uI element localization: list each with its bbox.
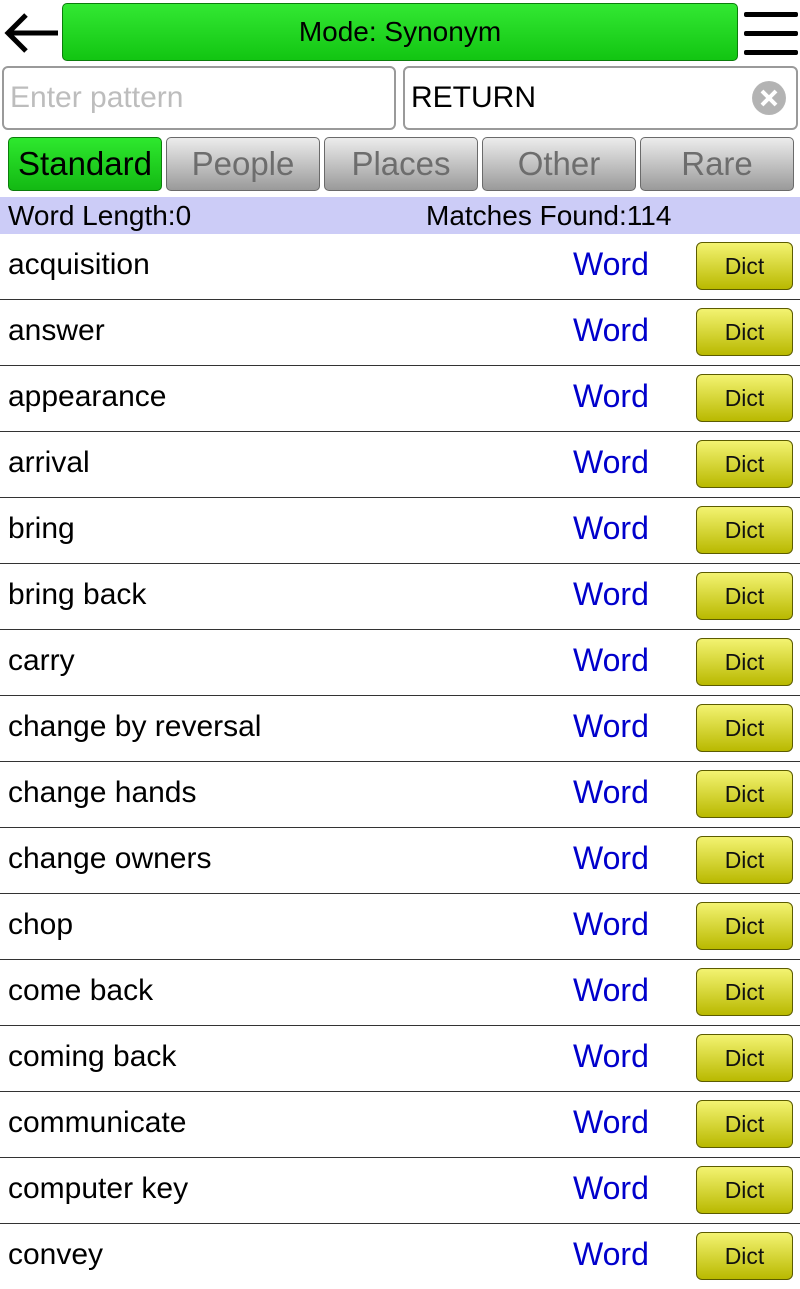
result-type: Word xyxy=(573,312,649,348)
mode-label: Mode: Synonym xyxy=(298,16,502,47)
dict-button[interactable]: Dict xyxy=(696,1100,793,1148)
dict-button[interactable]: Dict xyxy=(696,242,793,290)
result-word: change hands xyxy=(8,776,197,809)
clear-button[interactable] xyxy=(752,81,786,115)
dict-button[interactable]: Dict xyxy=(696,440,793,488)
tab-standard[interactable]: Standard xyxy=(8,137,162,191)
tab-other[interactable]: Other xyxy=(482,137,636,191)
result-word: coming back xyxy=(8,1040,177,1073)
list-item[interactable]: bring Word Dict xyxy=(0,498,800,564)
result-type: Word xyxy=(573,1038,649,1074)
dict-button[interactable]: Dict xyxy=(696,374,793,422)
list-item[interactable]: coming back Word Dict xyxy=(0,1026,800,1092)
list-item[interactable]: change owners Word Dict xyxy=(0,828,800,894)
result-type: Word xyxy=(573,840,649,876)
list-item[interactable]: bring back Word Dict xyxy=(0,564,800,630)
list-item[interactable]: answer Word Dict xyxy=(0,300,800,366)
result-word: convey xyxy=(8,1238,104,1271)
tab-places[interactable]: Places xyxy=(324,137,478,191)
result-type: Word xyxy=(573,1104,649,1140)
clear-x-icon xyxy=(753,82,785,114)
result-word: chop xyxy=(8,908,74,941)
tab-rare[interactable]: Rare xyxy=(640,137,794,191)
result-word: answer xyxy=(8,314,105,347)
list-item[interactable]: arrival Word Dict xyxy=(0,432,800,498)
category-tabs: Standard People Places Other Rare xyxy=(6,137,796,191)
results-list[interactable]: acquisition Word Dict answer Word Dict appea… xyxy=(0,234,800,1289)
list-item[interactable]: appearance Word Dict xyxy=(0,366,800,432)
result-word: acquisition xyxy=(8,248,150,281)
result-type: Word xyxy=(573,642,649,678)
tab-label: Places xyxy=(351,145,451,182)
dict-button[interactable]: Dict xyxy=(696,1034,793,1082)
result-word: appearance xyxy=(8,380,167,413)
dict-button[interactable]: Dict xyxy=(696,308,793,356)
list-item[interactable]: change hands Word Dict xyxy=(0,762,800,828)
list-item[interactable]: acquisition Word Dict xyxy=(0,234,800,300)
tab-people[interactable]: People xyxy=(166,137,320,191)
list-item[interactable]: carry Word Dict xyxy=(0,630,800,696)
result-type: Word xyxy=(573,1170,649,1206)
result-type: Word xyxy=(573,1236,649,1272)
dict-button[interactable]: Dict xyxy=(696,902,793,950)
result-type: Word xyxy=(573,246,649,282)
list-item[interactable]: chop Word Dict xyxy=(0,894,800,960)
hamburger-menu-icon xyxy=(744,10,798,58)
result-word: come back xyxy=(8,974,154,1007)
result-type: Word xyxy=(573,906,649,942)
result-type: Word xyxy=(573,510,649,546)
dict-button[interactable]: Dict xyxy=(696,506,793,554)
result-type: Word xyxy=(573,774,649,810)
tab-label: Standard xyxy=(18,145,152,182)
result-type: Word xyxy=(573,972,649,1008)
dict-button[interactable]: Dict xyxy=(696,770,793,818)
result-type: Word xyxy=(573,708,649,744)
list-item[interactable]: convey Word Dict xyxy=(0,1224,800,1289)
tab-label: People xyxy=(191,145,295,182)
dict-button[interactable]: Dict xyxy=(696,968,793,1016)
dict-button[interactable]: Dict xyxy=(696,1166,793,1214)
list-item[interactable]: change by reversal Word Dict xyxy=(0,696,800,762)
mode-selector-button[interactable]: Mode: Synonym xyxy=(62,3,738,61)
result-word: computer key xyxy=(8,1172,189,1205)
result-word: carry xyxy=(8,644,75,677)
result-type: Word xyxy=(573,444,649,480)
list-item[interactable]: communicate Word Dict xyxy=(0,1092,800,1158)
tab-label: Rare xyxy=(681,145,753,182)
word-input[interactable] xyxy=(411,68,742,128)
dict-button[interactable]: Dict xyxy=(696,572,793,620)
result-word: bring xyxy=(8,512,75,545)
arrow-left-icon xyxy=(4,13,58,53)
pattern-field xyxy=(2,66,396,130)
result-type: Word xyxy=(573,378,649,414)
word-field xyxy=(403,66,798,130)
dict-button[interactable]: Dict xyxy=(696,836,793,884)
result-type: Word xyxy=(573,576,649,612)
list-item[interactable]: come back Word Dict xyxy=(0,960,800,1026)
result-word: arrival xyxy=(8,446,90,479)
dict-button[interactable]: Dict xyxy=(696,704,793,752)
tab-label: Other xyxy=(517,145,601,182)
matches-found-label: Matches Found:114 xyxy=(426,200,672,231)
result-word: change owners xyxy=(8,842,212,875)
list-item[interactable]: computer key Word Dict xyxy=(0,1158,800,1224)
status-bar: Word Length:0 Matches Found:114 xyxy=(0,197,800,234)
pattern-input[interactable] xyxy=(10,68,340,128)
result-word: change by reversal xyxy=(8,710,262,743)
result-word: communicate xyxy=(8,1106,187,1139)
top-bar: Mode: Synonym xyxy=(0,0,800,66)
result-word: bring back xyxy=(8,578,147,611)
back-button[interactable] xyxy=(2,8,60,58)
word-length-label: Word Length:0 xyxy=(8,200,192,231)
dict-button[interactable]: Dict xyxy=(696,1232,793,1280)
menu-button[interactable] xyxy=(744,10,798,58)
dict-button[interactable]: Dict xyxy=(696,638,793,686)
